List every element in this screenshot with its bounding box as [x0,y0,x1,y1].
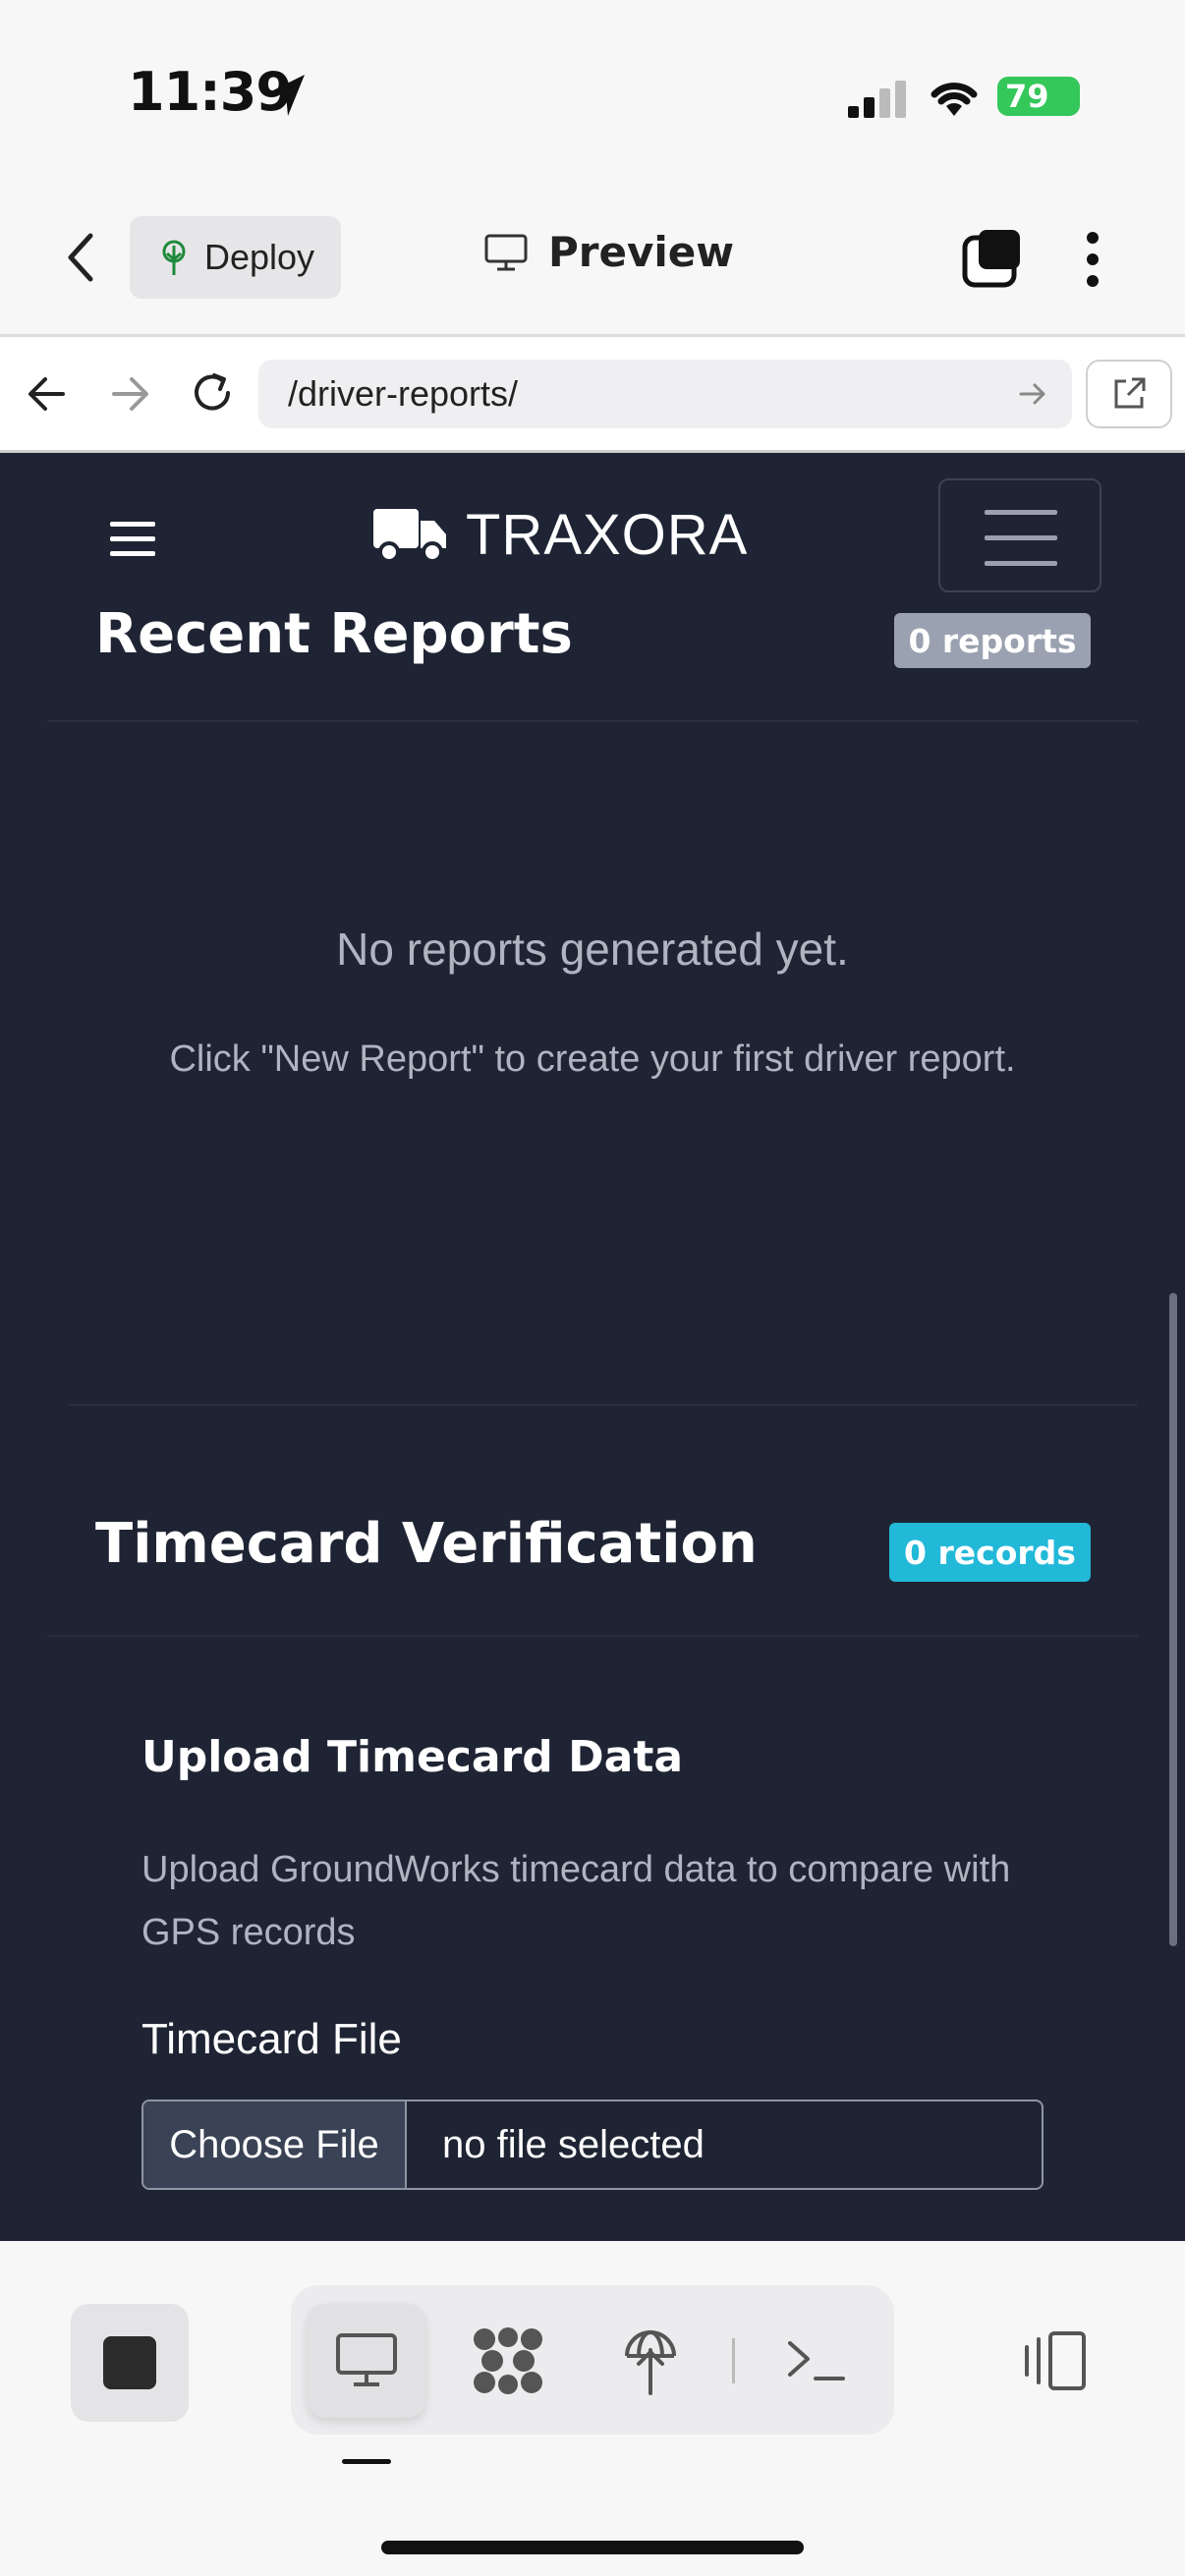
external-link-icon [1114,377,1146,409]
split-view-icon [1025,2331,1086,2390]
home-indicator [381,2541,804,2554]
timecard-title: Timecard Verification [95,1512,758,1576]
timecard-file-input[interactable]: Choose File no file selected [141,2100,1044,2190]
tabs-icon[interactable] [961,228,1024,289]
file-status: no file selected [442,2122,705,2166]
preview-label: Preview [548,228,735,276]
records-count-badge: 0 records [889,1523,1091,1582]
arrow-right-icon[interactable] [110,375,151,413]
split-view-button[interactable] [994,2304,1112,2418]
terminal-icon [788,2341,845,2380]
tool-separator [732,2338,735,2383]
terminal-tool-button[interactable] [757,2304,875,2418]
more-vertical-icon[interactable] [1081,230,1104,289]
scrollbar[interactable] [1169,1293,1177,1946]
empty-state-hint: Click "New Report" to create your first … [169,1038,1016,1080]
open-external-button[interactable] [1086,360,1172,428]
network-icon [474,2327,542,2394]
battery-level: 79 [1005,78,1049,115]
stop-icon [103,2336,156,2389]
divider [47,720,1138,722]
file-label: Timecard File [141,2015,402,2063]
monitor-icon [336,2333,397,2386]
monitor-icon [484,234,528,270]
reports-count-badge: 0 reports [894,613,1091,668]
arrow-left-icon[interactable] [26,375,67,413]
divider [69,1404,1138,1406]
wifi-icon [931,83,978,116]
brand-logo[interactable]: TRAXORA [373,502,748,568]
location-arrow-icon [269,75,305,116]
back-chevron-icon[interactable] [65,232,96,283]
network-tool-button[interactable] [449,2304,567,2418]
deploy-button[interactable]: Deploy [130,216,341,299]
tree-icon [162,240,186,275]
url-input[interactable]: /driver-reports/ [258,360,1072,428]
empty-state-title: No reports generated yet. [336,924,849,975]
navbar-toggler[interactable] [938,478,1101,592]
battery-icon: 79 [997,77,1080,116]
upload-heading: Upload Timecard Data [141,1732,684,1782]
web-page: TRAXORA Recent Reports 0 reports No repo… [0,453,1185,2241]
url-text: /driver-reports/ [288,373,519,414]
upload-description: Upload GroundWorks timecard data to comp… [141,1849,1011,1953]
signal-icon [848,81,906,118]
deploy-label: Deploy [204,237,315,277]
truck-icon [373,508,446,563]
hamburger-icon[interactable] [110,520,155,559]
reload-icon[interactable] [189,369,236,417]
recent-reports-title: Recent Reports [95,602,573,666]
choose-file-button[interactable]: Choose File [143,2101,407,2188]
stop-button[interactable] [71,2304,189,2422]
divider [47,1635,1138,1637]
preview-tab[interactable]: Preview [483,228,734,276]
brand-name: TRAXORA [466,503,749,567]
preview-tool-button[interactable] [308,2304,425,2418]
go-arrow-icon[interactable] [1018,381,1047,407]
deploy-globe-icon [625,2330,676,2395]
active-tab-indicator [342,2459,391,2464]
deploy-tool-button[interactable] [592,2304,709,2418]
